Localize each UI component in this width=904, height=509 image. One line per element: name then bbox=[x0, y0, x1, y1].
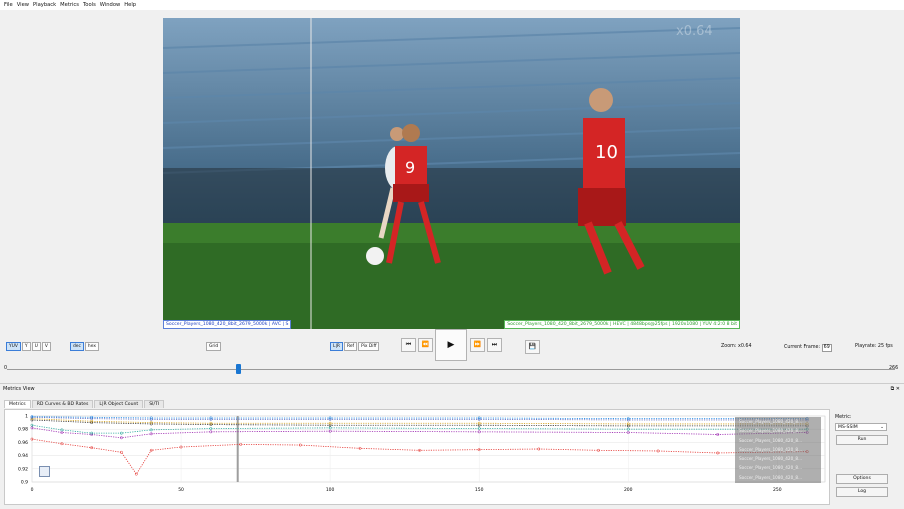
playrate-label: Playrate: bbox=[855, 344, 877, 349]
chevron-down-icon: ⌄ bbox=[880, 425, 884, 430]
x-tick-label: 250 bbox=[773, 487, 782, 493]
metric-select[interactable]: MS-SSIM ⌄ bbox=[835, 423, 887, 431]
transport-controls: ⏮ ⏪ ▶ ⏩ ⏭ bbox=[401, 328, 504, 361]
x-tick-label: 50 bbox=[178, 487, 184, 493]
menu-bar: File View Playback Metrics Tools Window … bbox=[0, 0, 904, 10]
menu-metrics[interactable]: Metrics bbox=[60, 2, 79, 8]
log-button[interactable]: Log bbox=[836, 487, 888, 497]
menu-window[interactable]: Window bbox=[100, 2, 120, 8]
grid-button[interactable]: Grid bbox=[206, 342, 222, 351]
frame-spinbox[interactable]: 69 bbox=[821, 344, 832, 352]
save-plot-icon[interactable] bbox=[39, 466, 50, 477]
x-tick-label: 100 bbox=[326, 487, 335, 493]
lr-button[interactable]: L|R bbox=[330, 342, 343, 351]
yuv-button[interactable]: YUV bbox=[6, 342, 21, 351]
current-frame-marker bbox=[236, 416, 239, 482]
y-tick-label: 0.98 bbox=[18, 427, 28, 433]
legend-item[interactable]: Soccer_Players_1080_420_8... bbox=[735, 463, 821, 472]
x-tick-label: 0 bbox=[31, 487, 34, 493]
frame-slider-track[interactable] bbox=[7, 369, 895, 370]
close-icon[interactable]: ✕ bbox=[896, 386, 900, 392]
x-tick-label: 200 bbox=[624, 487, 633, 493]
y-button[interactable]: Y bbox=[21, 342, 31, 351]
y-tick-label: 1 bbox=[25, 414, 28, 420]
view-mode-toggle: L|R Ref Pix Diff bbox=[330, 341, 380, 352]
v-button[interactable]: V bbox=[41, 342, 51, 351]
skip-start-icon[interactable]: ⏮ bbox=[401, 337, 416, 352]
dec-button[interactable]: dec bbox=[70, 342, 84, 351]
options-button[interactable]: Options bbox=[836, 474, 888, 484]
tab-si-ti[interactable]: SI/TI bbox=[144, 400, 165, 408]
y-tick-label: 0.96 bbox=[18, 440, 28, 446]
save-frame-icon[interactable]: 💾 bbox=[525, 339, 540, 354]
playrate-value: 25 bbox=[877, 344, 885, 349]
zoom-label: Zoom: bbox=[721, 344, 737, 349]
menu-file[interactable]: File bbox=[4, 2, 13, 8]
ref-button[interactable]: Ref bbox=[343, 342, 358, 351]
tab-metrics[interactable]: Metrics bbox=[4, 400, 31, 408]
hex-button[interactable]: hex bbox=[84, 342, 99, 351]
step-forward-icon[interactable]: ⏩ bbox=[470, 337, 485, 352]
component-toggle: YUV Y U V bbox=[6, 341, 52, 352]
legend-item[interactable]: Soccer_Players_1080_420_8... bbox=[735, 445, 821, 454]
y-tick-label: 0.92 bbox=[18, 466, 28, 472]
run-button[interactable]: Run bbox=[836, 435, 888, 445]
metrics-chart[interactable]: 1 0.98 0.96 0.94 0.92 0.90 50 100 150 200 250 bbox=[5, 410, 829, 504]
skip-end-icon[interactable]: ⏭ bbox=[487, 337, 502, 352]
menu-help[interactable]: Help bbox=[124, 2, 136, 8]
video-frame: 9 10 bbox=[163, 18, 740, 329]
svg-text:9: 9 bbox=[405, 158, 415, 177]
playrate-unit: fps bbox=[885, 344, 893, 349]
current-frame-control: Current Frame: 69 bbox=[784, 344, 832, 352]
menu-playback[interactable]: Playback bbox=[33, 2, 56, 8]
float-icon[interactable]: ⧉ bbox=[891, 386, 895, 392]
tab-rd-curves[interactable]: RD Curves & BD Rates bbox=[31, 400, 94, 408]
legend-item[interactable]: Soccer_Players_1080_420_8... bbox=[735, 473, 821, 482]
metrics-tabs: Metrics RD Curves & BD Rates L|R Object … bbox=[4, 400, 165, 408]
chart-legend: Soccer_Players_1080_420_8... Soccer_Play… bbox=[735, 417, 821, 483]
u-button[interactable]: U bbox=[31, 342, 41, 351]
legend-item[interactable]: Soccer_Players_1080_420_8... bbox=[735, 436, 821, 445]
plot-pane: 1 0.98 0.96 0.94 0.92 0.9 0 50 100 150 200 250 bbox=[4, 409, 830, 505]
dock-buttons: ⧉ ✕ bbox=[891, 386, 900, 392]
frame-slider-handle[interactable] bbox=[235, 364, 241, 374]
playrate-readout: Playrate: 25 fps bbox=[855, 344, 893, 349]
legend-item[interactable]: Soccer_Players_1080_420_8... bbox=[735, 454, 821, 463]
video-view[interactable]: 9 10 x0.64 bbox=[163, 18, 740, 329]
legend-item[interactable]: Soccer_Players_1080_420_8... bbox=[735, 426, 821, 435]
menu-tools[interactable]: Tools bbox=[83, 2, 96, 8]
metric-select-value: MS-SSIM bbox=[838, 425, 858, 430]
step-back-icon[interactable]: ⏪ bbox=[418, 337, 433, 352]
metrics-view-title: Metrics View bbox=[3, 386, 35, 392]
zoom-readout: Zoom: x0.64 bbox=[721, 344, 752, 349]
zoom-value: x0.64 bbox=[737, 344, 752, 349]
metric-label: Metric: bbox=[835, 415, 852, 420]
y-tick-label: 0.94 bbox=[18, 453, 28, 459]
right-stream-label: Soccer_Players_1080_420_8bit_2679_5000k … bbox=[504, 320, 740, 329]
legend-item[interactable]: Soccer_Players_1080_420_8... bbox=[735, 417, 821, 426]
left-stream-label: Soccer_Players_1080_420_8bit_2679_5000k … bbox=[163, 320, 292, 329]
tab-object-count[interactable]: L|R Object Count bbox=[94, 400, 144, 408]
menu-view[interactable]: View bbox=[17, 2, 29, 8]
y-tick-label: 0.9 bbox=[21, 480, 28, 486]
pixdiff-button[interactable]: Pix Diff bbox=[358, 342, 380, 351]
x-tick-label: 150 bbox=[475, 487, 484, 493]
svg-text:10: 10 bbox=[595, 142, 618, 163]
play-icon[interactable]: ▶ bbox=[435, 328, 467, 361]
frame-label: Current Frame: bbox=[784, 345, 821, 350]
zoom-overlay: x0.64 bbox=[676, 24, 713, 39]
base-toggle: dec hex bbox=[70, 341, 100, 352]
